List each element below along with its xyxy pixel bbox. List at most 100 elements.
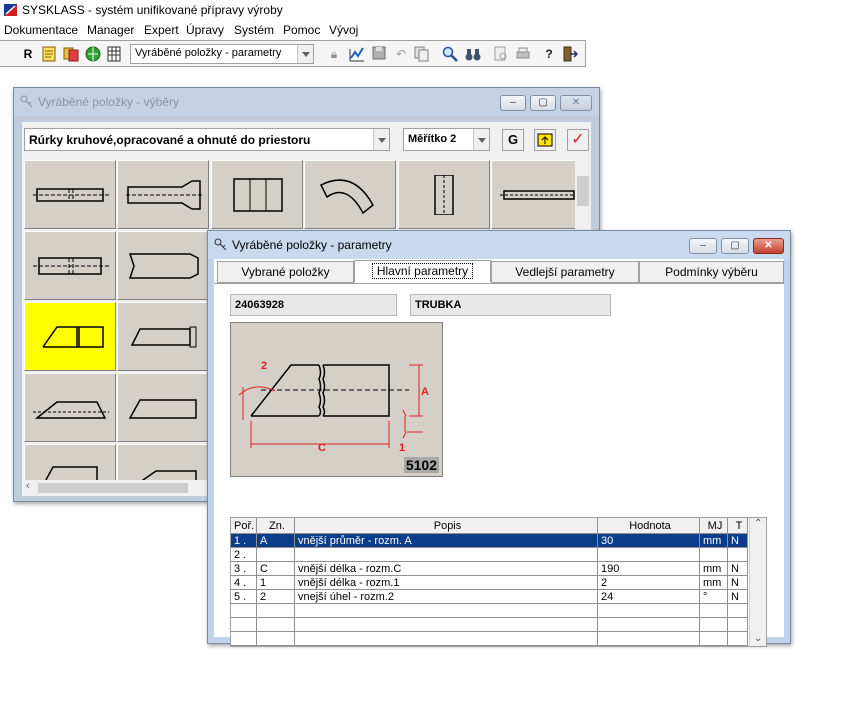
table-cell: 30 bbox=[598, 534, 700, 548]
shape-cell[interactable] bbox=[24, 444, 116, 480]
shape-cell[interactable] bbox=[24, 231, 116, 300]
window-icon bbox=[20, 95, 33, 108]
swap-icon[interactable] bbox=[63, 46, 79, 62]
maximize-button[interactable]: ▢ bbox=[530, 95, 556, 111]
exit-icon[interactable] bbox=[562, 46, 579, 62]
menu-vyvoj[interactable]: Vývoj bbox=[329, 23, 358, 37]
lock-icon[interactable]: 🔒︎ bbox=[326, 46, 342, 62]
menu-manager[interactable]: Manager bbox=[87, 23, 134, 37]
app-title: SYSKLASS - systém unifikované přípravy v… bbox=[22, 3, 283, 17]
shape-cell-selected[interactable] bbox=[24, 302, 116, 371]
shape-cell[interactable] bbox=[304, 160, 396, 229]
selections-window-titlebar[interactable]: Vyráběné položky - výběry – ▢ ✕ bbox=[14, 88, 599, 116]
table-row-empty[interactable] bbox=[231, 632, 748, 646]
close-button[interactable]: ✕ bbox=[753, 238, 784, 254]
table-cell: 1 bbox=[257, 576, 295, 590]
binoculars-icon[interactable] bbox=[465, 46, 481, 62]
confirm-check-icon[interactable]: ✓ bbox=[567, 129, 589, 151]
close-button[interactable]: ✕ bbox=[560, 95, 592, 111]
table-cell: 2 bbox=[257, 590, 295, 604]
tab-hlavni-parametry[interactable]: Hlavní parametry bbox=[354, 260, 491, 283]
shape-cell[interactable] bbox=[117, 231, 209, 300]
menu-pomoc[interactable]: Pomoc bbox=[283, 23, 320, 37]
tab-vybrane-polozky[interactable]: Vybrané položky bbox=[217, 261, 354, 283]
chevron-down-icon[interactable] bbox=[473, 129, 489, 150]
tab-podminky-vyberu[interactable]: Podmínky výběru bbox=[639, 261, 784, 283]
globe-icon[interactable] bbox=[85, 46, 101, 62]
chart-icon[interactable] bbox=[349, 46, 365, 62]
table-cell: mm bbox=[700, 534, 728, 548]
shape-cell[interactable] bbox=[117, 302, 209, 371]
maximize-button[interactable]: ▢ bbox=[721, 238, 749, 254]
chevron-down-icon[interactable] bbox=[297, 45, 313, 63]
folder-up-button[interactable] bbox=[534, 129, 556, 151]
copy-icon[interactable] bbox=[414, 46, 430, 62]
table-cell: N bbox=[728, 562, 748, 576]
g-button[interactable]: G bbox=[502, 129, 524, 151]
grid-icon[interactable] bbox=[106, 46, 122, 62]
table-row-empty[interactable] bbox=[231, 618, 748, 632]
table-cell bbox=[231, 604, 257, 618]
chevron-left-icon[interactable]: ‹ bbox=[26, 480, 30, 492]
table-vertical-scrollbar[interactable]: ⌃ ⌄ bbox=[749, 518, 766, 646]
table-row[interactable]: 1 . A vnější průměr - rozm. A 30 mm N bbox=[231, 534, 748, 548]
minimize-button[interactable]: – bbox=[500, 95, 526, 111]
table-cell bbox=[295, 604, 598, 618]
help-icon[interactable]: ? bbox=[541, 46, 557, 62]
shape-cell[interactable] bbox=[24, 160, 116, 229]
scrollbar-thumb[interactable] bbox=[577, 176, 589, 206]
table-cell: N bbox=[728, 534, 748, 548]
table-cell bbox=[598, 604, 700, 618]
table-row[interactable]: 4 . 1 vnější délka - rozm.1 2 mm N bbox=[231, 576, 748, 590]
chevron-down-icon[interactable]: ⌄ bbox=[754, 633, 762, 644]
print-preview-icon[interactable] bbox=[493, 46, 509, 62]
col-header-value[interactable]: Hodnota bbox=[598, 518, 700, 534]
col-header-t[interactable]: T bbox=[728, 518, 748, 534]
col-header-no[interactable]: Poř. bbox=[231, 518, 257, 534]
save-icon[interactable] bbox=[371, 46, 387, 62]
print-icon[interactable] bbox=[515, 46, 531, 62]
chevron-down-icon[interactable] bbox=[373, 129, 389, 150]
shape-cell[interactable] bbox=[398, 160, 490, 229]
tab-vedlejsi-parametry[interactable]: Vedlejší parametry bbox=[491, 261, 639, 283]
document-icon[interactable] bbox=[41, 46, 57, 62]
shape-cell[interactable] bbox=[117, 160, 209, 229]
search-icon[interactable] bbox=[442, 46, 458, 62]
scale-combo[interactable]: Měřítko 2 bbox=[403, 128, 490, 151]
table-row[interactable]: 3 . C vnější délka - rozm.C 190 mm N bbox=[231, 562, 748, 576]
view-combo[interactable]: Vyráběné položky - parametry bbox=[130, 44, 314, 64]
menu-expert[interactable]: Expert bbox=[144, 23, 179, 37]
scrollbar-thumb[interactable] bbox=[38, 483, 188, 493]
dim-a-label: A bbox=[421, 386, 429, 398]
table-row[interactable]: 5 . 2 vnejší úhel - rozm.2 24 ° N bbox=[231, 590, 748, 604]
menu-bar: Dokumentace Manager Expert Úpravy Systém… bbox=[0, 20, 850, 40]
chevron-up-icon[interactable]: ⌃ bbox=[754, 518, 762, 529]
table-row-empty[interactable] bbox=[231, 604, 748, 618]
shape-cell[interactable] bbox=[24, 373, 116, 442]
r-button[interactable]: R bbox=[20, 46, 36, 62]
shape-cell[interactable] bbox=[491, 160, 575, 229]
table-cell: ° bbox=[700, 590, 728, 604]
col-header-unit[interactable]: MJ bbox=[700, 518, 728, 534]
scale-combo-value: Měřítko 2 bbox=[408, 133, 457, 145]
table-cell bbox=[728, 632, 748, 646]
undo-icon[interactable]: ↶ bbox=[393, 46, 409, 62]
table-row[interactable]: 2 . bbox=[231, 548, 748, 562]
shape-cell[interactable] bbox=[211, 160, 303, 229]
parameters-table: Poř. Zn. Popis Hodnota MJ T 1 . A vnější… bbox=[230, 517, 767, 647]
col-header-code[interactable]: Zn. bbox=[257, 518, 295, 534]
table-cell bbox=[700, 618, 728, 632]
table-cell bbox=[728, 548, 748, 562]
parameters-window-titlebar[interactable]: Vyráběné položky - parametry – ▢ ✕ bbox=[208, 231, 790, 259]
table-cell: N bbox=[728, 576, 748, 590]
col-header-description[interactable]: Popis bbox=[295, 518, 598, 534]
table-cell: 2 bbox=[598, 576, 700, 590]
minimize-button[interactable]: – bbox=[689, 238, 717, 254]
table-cell: N bbox=[728, 590, 748, 604]
menu-upravy[interactable]: Úpravy bbox=[186, 23, 224, 37]
shape-cell[interactable] bbox=[117, 373, 209, 442]
shape-cell[interactable] bbox=[117, 444, 209, 480]
menu-system[interactable]: Systém bbox=[234, 23, 274, 37]
category-combo[interactable]: Rúrky kruhové,opracované a ohnuté do pri… bbox=[24, 128, 390, 151]
menu-dokumentace[interactable]: Dokumentace bbox=[4, 23, 78, 37]
